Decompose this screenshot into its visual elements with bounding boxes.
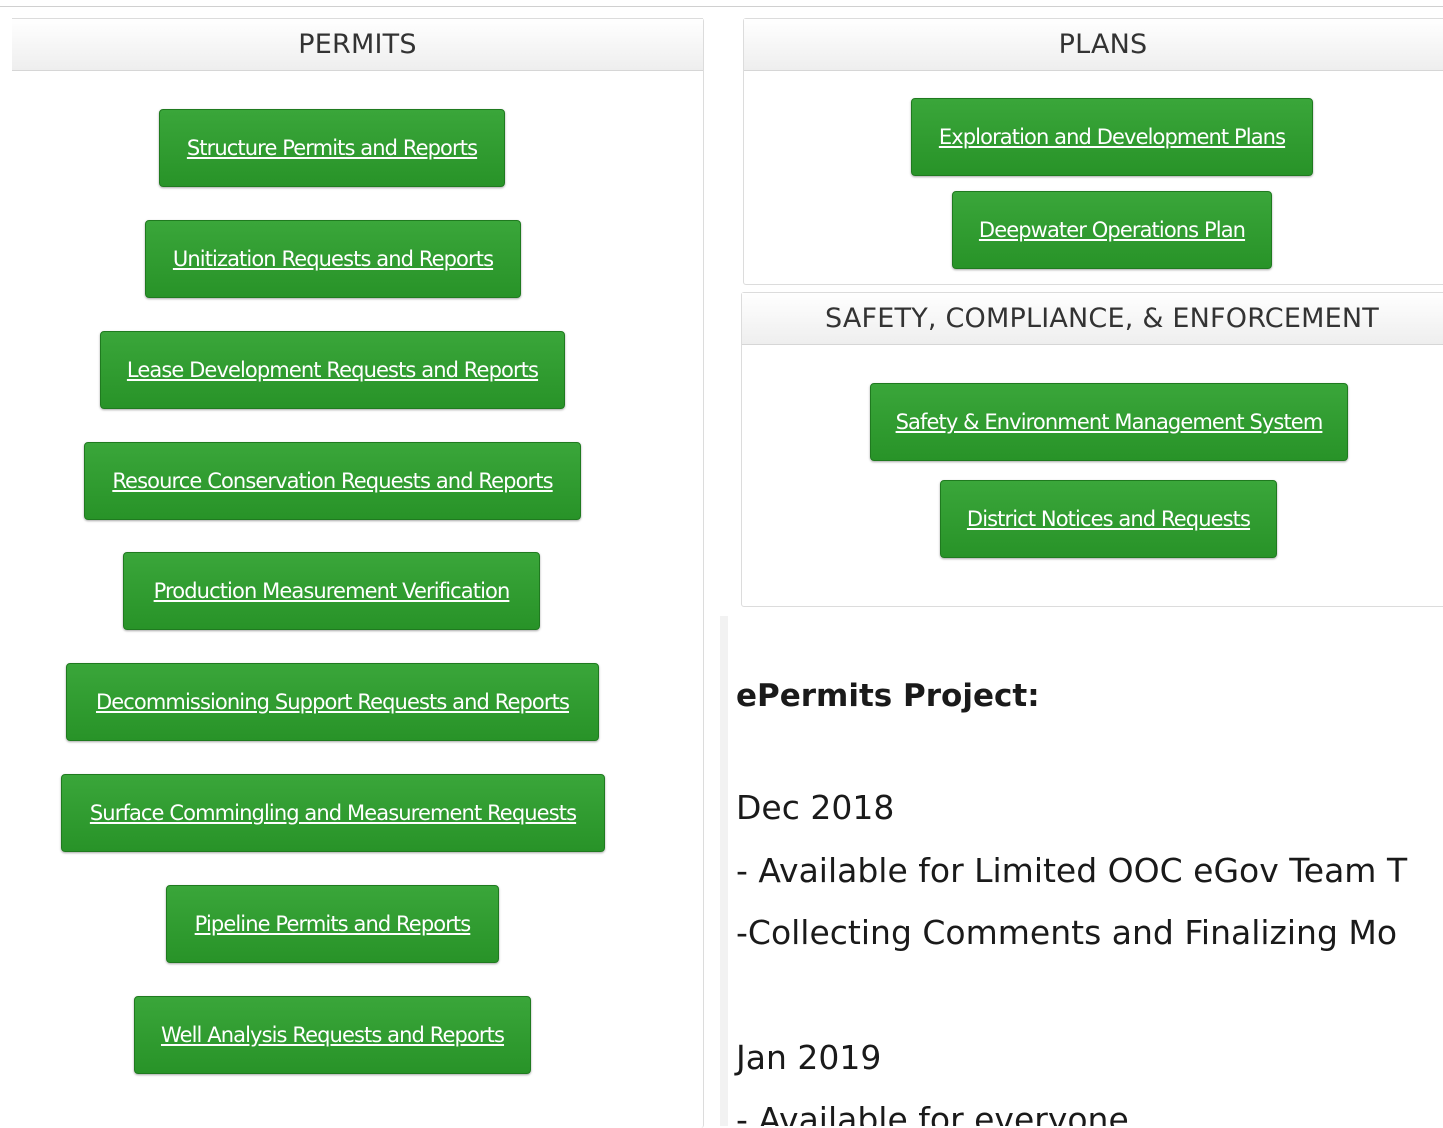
plans-panel: PLANS Exploration and Development Plans … [743,18,1443,285]
news-item: -Collecting Comments and Finalizing Mo [736,913,1398,952]
production-measurement-button[interactable]: Production Measurement Verification [123,552,540,630]
lease-development-button[interactable]: Lease Development Requests and Reports [100,331,565,409]
news-date-dec-2018: Dec 2018 [736,788,895,827]
plans-panel-title: PLANS [744,19,1443,71]
decommissioning-support-button[interactable]: Decommissioning Support Requests and Rep… [66,663,599,741]
surface-commingling-button[interactable]: Surface Commingling and Measurement Requ… [61,774,605,852]
epermits-news-section: ePermits Project: Dec 2018 - Available f… [720,616,1443,1126]
safety-compliance-panel: SAFETY, COMPLIANCE, & ENFORCEMENT Safety… [741,292,1443,607]
district-notices-button[interactable]: District Notices and Requests [940,480,1277,558]
deepwater-operations-plan-button[interactable]: Deepwater Operations Plan [952,191,1272,269]
plans-panel-body: Exploration and Development Plans Deepwa… [744,71,1443,284]
safety-compliance-panel-title: SAFETY, COMPLIANCE, & ENFORCEMENT [742,293,1443,345]
permits-panel-title: PERMITS [12,18,703,71]
unitization-requests-button[interactable]: Unitization Requests and Reports [145,220,521,298]
pipeline-permits-button[interactable]: Pipeline Permits and Reports [166,885,499,963]
exploration-development-plans-button[interactable]: Exploration and Development Plans [911,98,1313,176]
well-analysis-button[interactable]: Well Analysis Requests and Reports [134,996,531,1074]
news-title: ePermits Project: [736,678,1040,714]
resource-conservation-button[interactable]: Resource Conservation Requests and Repor… [84,442,581,520]
structure-permits-button[interactable]: Structure Permits and Reports [159,109,505,187]
news-item: - Available for everyone [736,1100,1129,1126]
top-divider [0,6,1443,7]
permits-panel-body: Structure Permits and Reports Unitizatio… [12,70,703,1128]
news-date-jan-2019: Jan 2019 [736,1038,882,1077]
permits-panel: PERMITS Structure Permits and Reports Un… [12,18,704,1128]
news-item: - Available for Limited OOC eGov Team T [736,851,1408,890]
safety-compliance-panel-body: Safety & Environment Management System D… [742,345,1443,606]
safety-environment-management-button[interactable]: Safety & Environment Management System [870,383,1348,461]
